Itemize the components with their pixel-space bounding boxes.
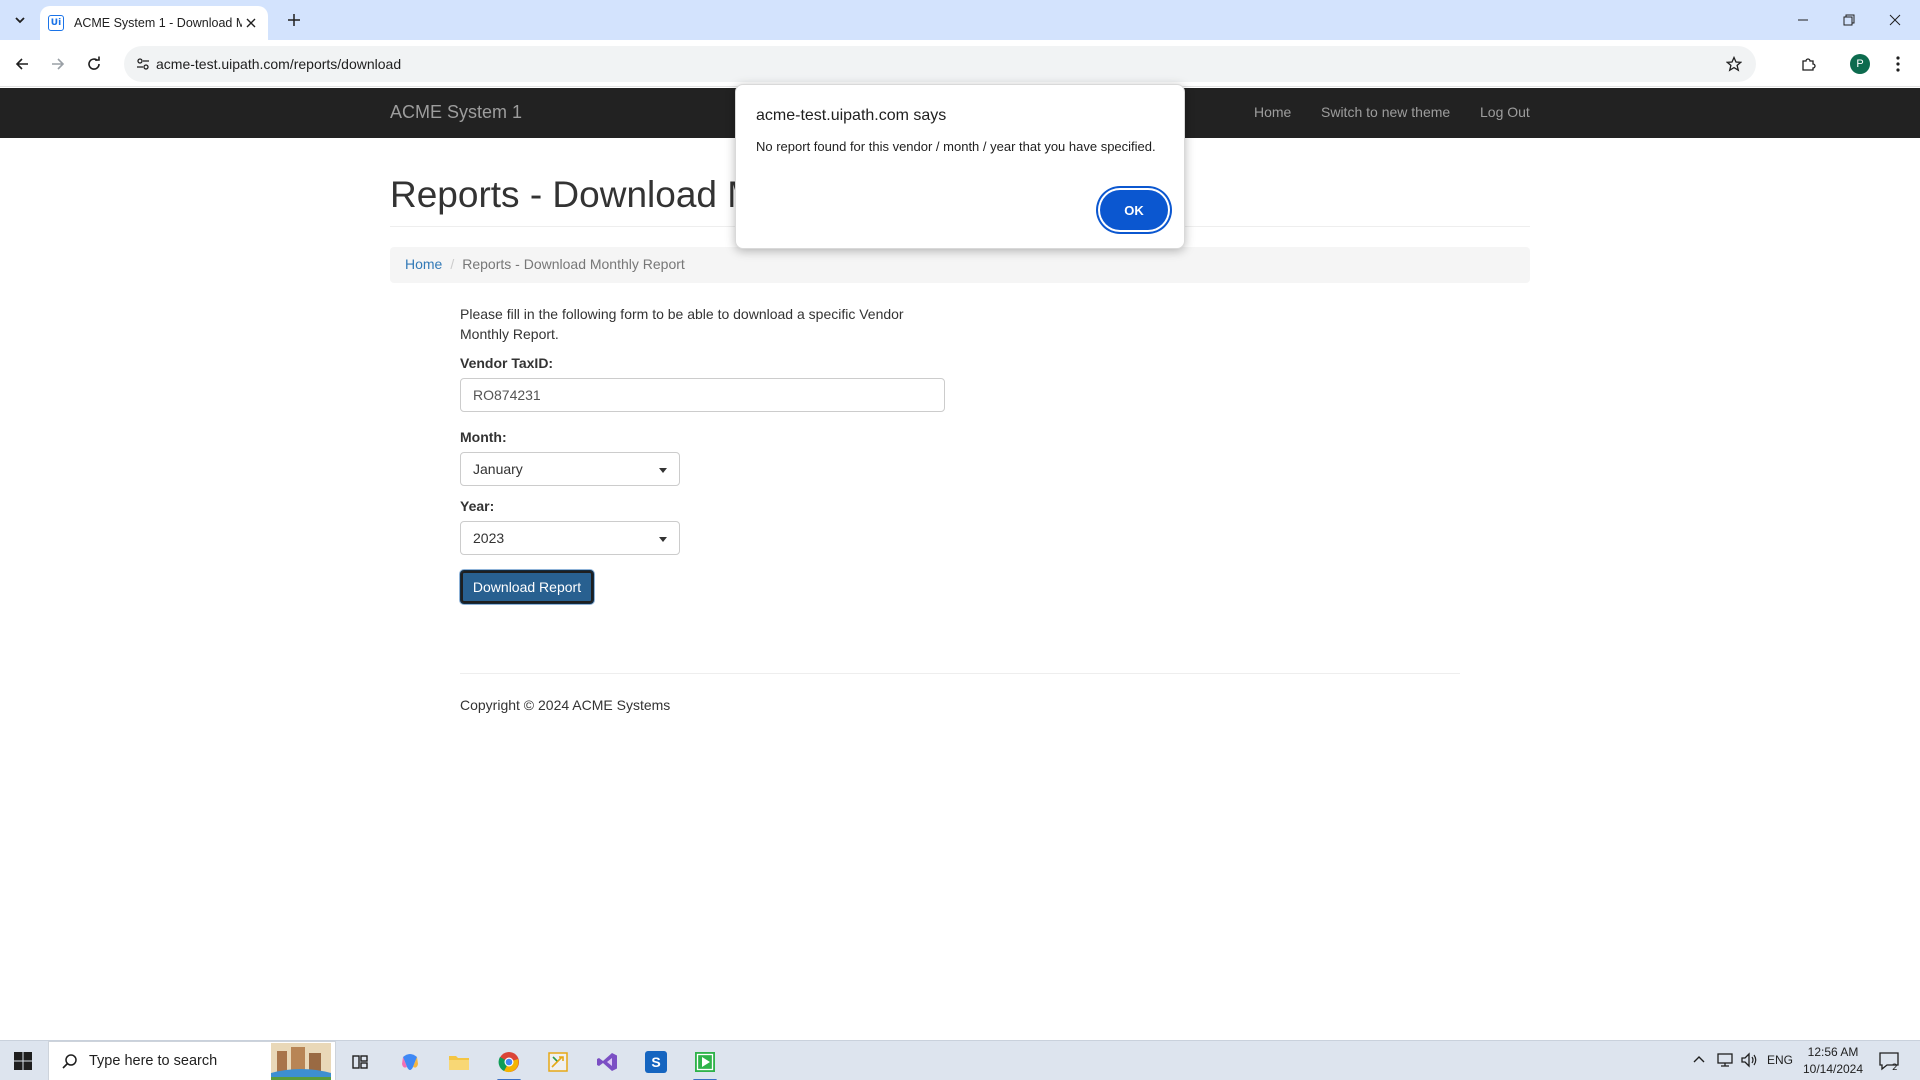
chrome-icon[interactable] <box>489 1045 529 1080</box>
month-label: Month: <box>460 429 507 445</box>
browser-toolbar: acme-test.uipath.com/reports/download P <box>0 40 1920 87</box>
uipath-studio-icon[interactable]: S <box>636 1045 676 1079</box>
volume-icon[interactable] <box>1740 1052 1758 1071</box>
year-label: Year: <box>460 498 495 514</box>
month-select[interactable]: January <box>460 452 680 486</box>
reload-icon[interactable] <box>80 50 108 78</box>
windows-start-icon[interactable] <box>0 1041 46 1080</box>
notification-center-icon[interactable]: 2 <box>1876 1049 1902 1073</box>
tab-title: ACME System 1 - Download Mo <box>74 16 242 30</box>
studio-tile: S <box>645 1051 667 1073</box>
taskbar-clock[interactable]: 12:56 AM 10/14/2024 <box>1798 1044 1868 1078</box>
minimize-icon[interactable] <box>1780 0 1826 40</box>
address-bar[interactable]: acme-test.uipath.com/reports/download <box>124 46 1756 82</box>
breadcrumb-home-link[interactable]: Home <box>405 256 442 272</box>
footer-divider <box>460 673 1460 674</box>
new-tab-icon[interactable] <box>282 8 306 32</box>
browser-tab-active[interactable]: Ui ACME System 1 - Download Mo <box>40 6 268 40</box>
alert-ok-button[interactable]: OK <box>1100 190 1168 230</box>
vendor-taxid-input[interactable] <box>460 378 945 412</box>
site-info-icon[interactable] <box>134 55 152 73</box>
browser-menu-icon[interactable] <box>1886 52 1910 76</box>
uipath-assistant-icon[interactable] <box>538 1045 578 1079</box>
breadcrumb: Home / Reports - Download Monthly Report <box>390 247 1530 283</box>
visual-studio-icon[interactable] <box>587 1045 627 1079</box>
close-window-icon[interactable] <box>1872 0 1918 40</box>
windows-taskbar: Type here to search S ENG 12:56 AM 10/14… <box>0 1040 1920 1080</box>
download-report-button[interactable]: Download Report <box>460 570 594 604</box>
file-explorer-icon[interactable] <box>439 1045 479 1079</box>
tab-search-icon[interactable] <box>8 8 32 32</box>
show-hidden-icons-chevron-icon[interactable] <box>1692 1053 1706 1067</box>
month-selected-value: January <box>473 461 523 477</box>
uipath-favicon-icon: Ui <box>48 15 64 31</box>
taskbar-search-placeholder: Type here to search <box>89 1053 218 1069</box>
copilot-icon[interactable] <box>390 1045 430 1079</box>
taskbar-search-box[interactable]: Type here to search <box>48 1041 336 1080</box>
nav-logout-link[interactable]: Log Out <box>1480 104 1530 120</box>
year-selected-value: 2023 <box>473 530 505 546</box>
alert-message: No report found for this vendor / month … <box>756 139 1156 154</box>
caret-down-icon <box>659 537 667 542</box>
year-select[interactable]: 2023 <box>460 521 680 555</box>
input-language-indicator[interactable]: ENG <box>1767 1053 1793 1067</box>
browser-tab-bar: Ui ACME System 1 - Download Mo <box>0 0 1920 40</box>
nav-home-link[interactable]: Home <box>1254 104 1291 120</box>
forward-arrow-icon[interactable] <box>44 50 72 78</box>
form-intro-text: Please fill in the following form to be … <box>460 306 904 342</box>
vendor-taxid-label: Vendor TaxID: <box>460 355 554 371</box>
network-icon[interactable] <box>1716 1052 1734 1071</box>
tab-close-icon[interactable] <box>242 14 260 32</box>
search-icon <box>61 1053 79 1071</box>
caret-down-icon <box>659 468 667 473</box>
breadcrumb-current: Reports - Download Monthly Report <box>462 256 685 272</box>
site-brand[interactable]: ACME System 1 <box>390 102 522 123</box>
extensions-icon[interactable] <box>1796 52 1820 76</box>
restore-icon[interactable] <box>1826 0 1872 40</box>
clock-date: 10/14/2024 <box>1802 1062 1864 1076</box>
url-text: acme-test.uipath.com/reports/download <box>156 56 402 72</box>
back-arrow-icon[interactable] <box>8 50 36 78</box>
search-highlight-illustration-icon <box>271 1043 331 1080</box>
alert-title: acme-test.uipath.com says <box>756 107 947 124</box>
breadcrumb-separator: / <box>450 256 455 272</box>
uipath-robot-icon[interactable] <box>685 1045 725 1080</box>
bookmark-star-icon[interactable] <box>1724 54 1744 74</box>
clock-time: 12:56 AM <box>1807 1045 1859 1059</box>
nav-switch-theme-link[interactable]: Switch to new theme <box>1321 104 1450 120</box>
notification-count: 2 <box>1892 1063 1898 1071</box>
alert-dialog: acme-test.uipath.com says No report foun… <box>735 84 1185 249</box>
copyright-text: Copyright © 2024 ACME Systems <box>460 697 671 713</box>
profile-initial: P <box>1850 54 1870 74</box>
profile-avatar[interactable]: P <box>1848 52 1872 76</box>
task-view-icon[interactable] <box>340 1045 380 1079</box>
